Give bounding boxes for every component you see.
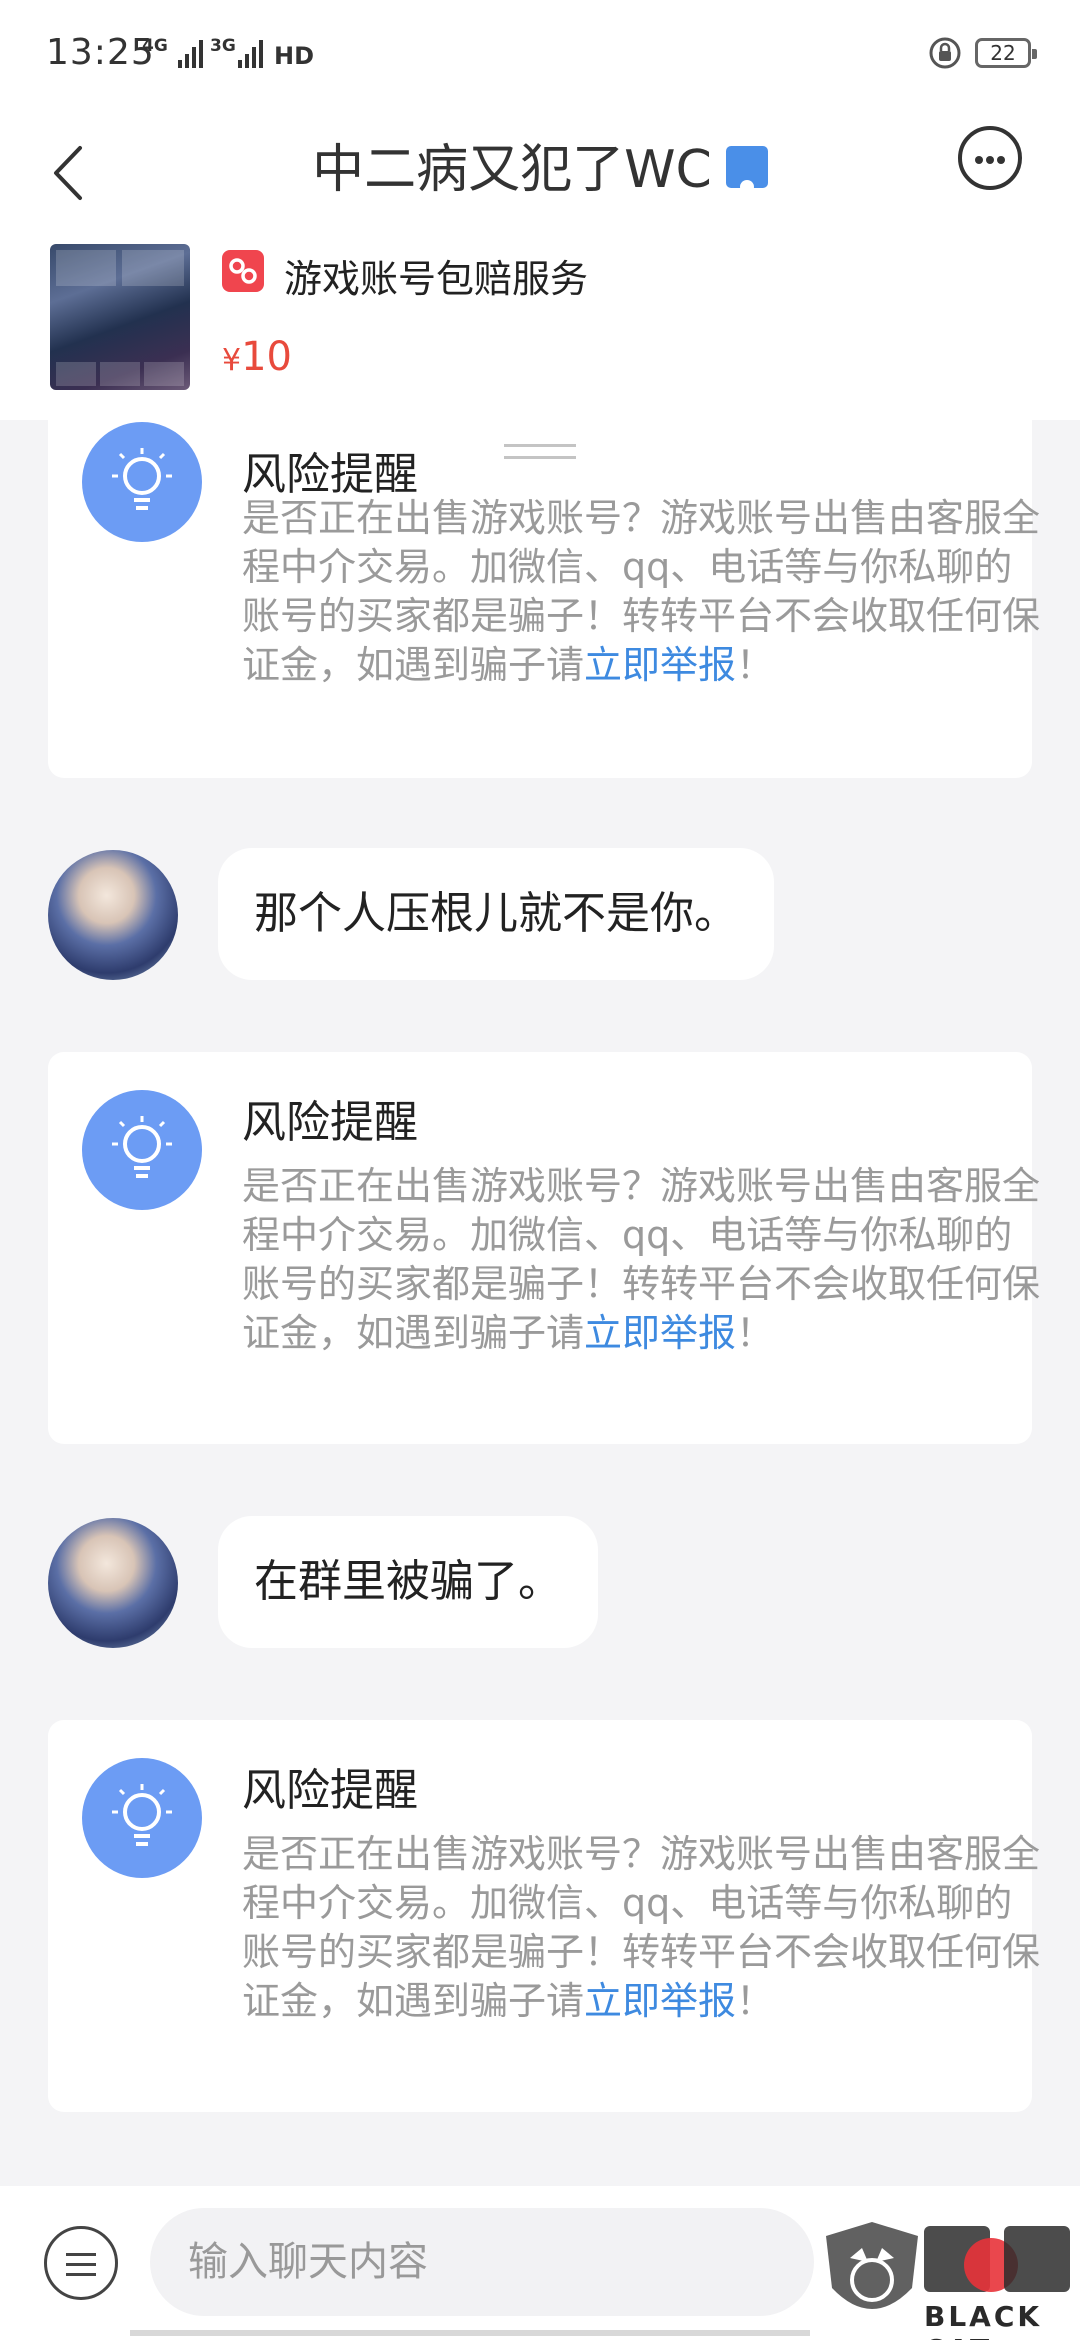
message-bubble[interactable]: 在群里被骗了。 [218, 1516, 598, 1648]
message-input[interactable]: 输入聊天内容 [150, 2208, 814, 2316]
signal-icon [178, 40, 203, 68]
zhuanzhuan-logo-icon [222, 250, 264, 292]
risk-title: 风险提醒 [242, 1097, 418, 1148]
watermark-text: BLACK CAT [924, 2300, 1043, 2340]
lightbulb-icon [82, 1758, 202, 1878]
report-link[interactable]: 立即举报 [584, 1311, 736, 1355]
battery-icon: 22 [975, 38, 1037, 68]
more-options-button[interactable] [958, 126, 1022, 190]
risk-body: 是否正在出售游戏账号？游戏账号出售由客服全程中介交易。加微信、qq、电话等与你私… [242, 1164, 1041, 1355]
chat-list[interactable]: 风险提醒 是否正在出售游戏账号？游戏账号出售由客服全程中介交易。加微信、qq、电… [0, 416, 1080, 2180]
product-card[interactable]: 游戏账号包赔服务 ¥10 [0, 242, 1080, 420]
risk-warning-card: 风险提醒 是否正在出售游戏账号？游戏账号出售由客服全程中介交易。加微信、qq、电… [48, 1720, 1040, 2112]
risk-warning-card: 风险提醒 是否正在出售游戏账号？游戏账号出售由客服全程中介交易。加微信、qq、电… [48, 1052, 1040, 1444]
product-thumbnail[interactable] [50, 244, 190, 390]
risk-body: 是否正在出售游戏账号？游戏账号出售由客服全程中介交易。加微信、qq、电话等与你私… [242, 1832, 1041, 2023]
chat-title-wrap: 中二病又犯了WC [0, 120, 1080, 220]
network-indicator: 4G [142, 36, 168, 56]
hd-indicator: HD [274, 42, 315, 70]
product-name: 游戏账号包赔服务 [284, 257, 589, 301]
contact-avatar[interactable] [48, 850, 178, 980]
risk-warning-card: 风险提醒 是否正在出售游戏账号？游戏账号出售由客服全程中介交易。加微信、qq、电… [48, 416, 1040, 778]
contact-avatar[interactable] [48, 1518, 178, 1648]
message-bubble[interactable]: 那个人压根儿就不是你。 [218, 848, 774, 980]
risk-title: 风险提醒 [242, 449, 418, 500]
scroll-indicator [130, 2330, 810, 2336]
report-link[interactable]: 立即举报 [584, 643, 736, 687]
chat-header: 中二病又犯了WC [0, 112, 1080, 242]
divider [504, 444, 576, 447]
black-cat-logo-mark [924, 2222, 1074, 2298]
product-price: ¥10 [222, 334, 292, 380]
status-time: 13:25 [46, 32, 155, 73]
black-cat-watermark: BLACK CAT [812, 2218, 1080, 2340]
lightbulb-icon [82, 422, 202, 542]
risk-body: 是否正在出售游戏账号？游戏账号出售由客服全程中介交易。加微信、qq、电话等与你私… [242, 496, 1041, 687]
chat-title: 中二病又犯了WC [312, 140, 712, 200]
menu-button[interactable] [44, 2226, 118, 2300]
divider [504, 456, 576, 459]
status-bar: 13:25 4G 3G HD 22 [0, 0, 1080, 112]
lightbulb-icon [82, 1090, 202, 1210]
signal-icon-2 [238, 40, 263, 68]
cat-shield-icon [826, 2222, 918, 2309]
risk-title: 风险提醒 [242, 1765, 418, 1816]
report-link[interactable]: 立即举报 [584, 1979, 736, 2023]
verified-user-icon [725, 146, 768, 205]
rotation-lock-icon [929, 37, 961, 69]
